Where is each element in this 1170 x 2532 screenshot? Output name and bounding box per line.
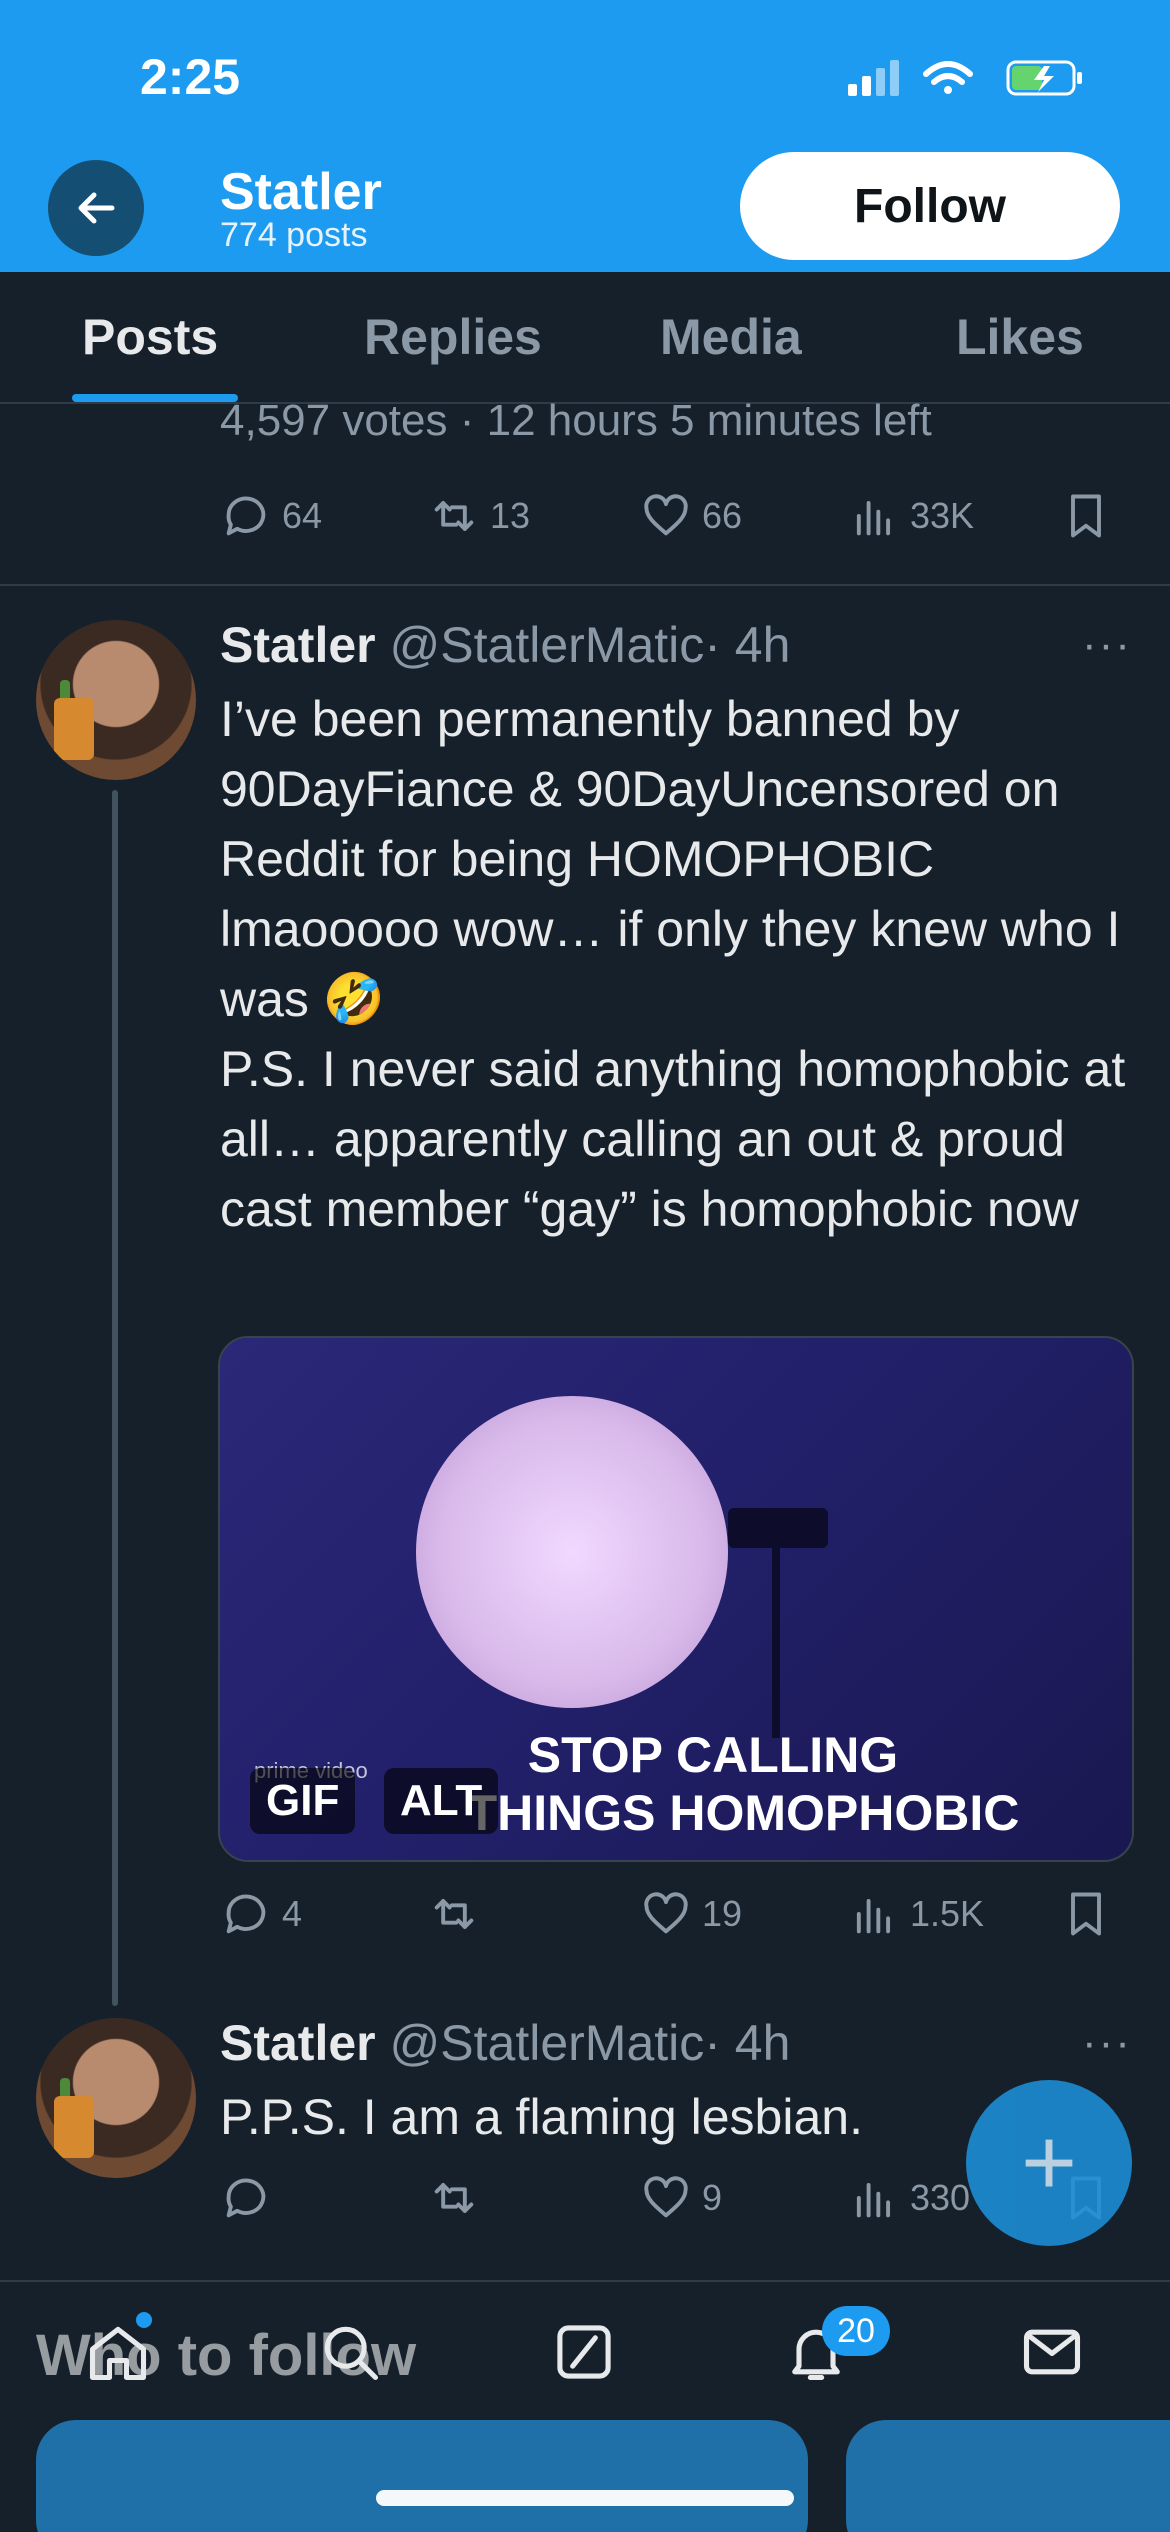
views-count: 33K bbox=[910, 495, 975, 536]
profile-header: 2:25 Statler 774 posts Follow bbox=[0, 0, 1170, 272]
views-icon bbox=[856, 2183, 891, 2218]
author-handle[interactable]: @StatlerMatic bbox=[390, 617, 705, 673]
more-options-icon[interactable]: ··· bbox=[1082, 620, 1132, 670]
bookmark-icon bbox=[1071, 1892, 1101, 1936]
views-button[interactable]: 33K bbox=[848, 490, 974, 542]
reply-icon bbox=[226, 496, 266, 536]
reply-icon bbox=[226, 1894, 266, 1934]
author-name[interactable]: Statler bbox=[220, 617, 376, 673]
views-button[interactable]: 1.5K bbox=[848, 1888, 984, 1940]
bookmark-icon bbox=[1071, 494, 1101, 538]
tweet-header: Statler @StatlerMatic· 4h bbox=[220, 2014, 790, 2072]
gif-caption-line2: THINGS HOMOPHOBIC bbox=[466, 1785, 1020, 1841]
heart-icon bbox=[644, 2176, 688, 2218]
reply-button[interactable]: 4 bbox=[220, 1888, 302, 1940]
like-count: 19 bbox=[702, 1893, 743, 1934]
suggestion-card[interactable] bbox=[36, 2420, 808, 2532]
views-icon bbox=[856, 1899, 891, 1934]
status-time: 2:25 bbox=[140, 49, 241, 105]
like-count: 9 bbox=[702, 2177, 723, 2218]
gif-tripod bbox=[772, 1538, 780, 1738]
repost-icon bbox=[434, 501, 474, 531]
gif-spotlight bbox=[416, 1396, 728, 1708]
repost-button[interactable]: 13 bbox=[428, 490, 530, 542]
avatar-detail bbox=[54, 698, 94, 760]
profile-name: Statler bbox=[220, 163, 382, 221]
suggestion-card[interactable] bbox=[846, 2420, 1170, 2532]
avatar-detail bbox=[54, 2096, 94, 2158]
signal-icon bbox=[848, 60, 899, 96]
author-handle[interactable]: @StatlerMatic bbox=[390, 2015, 705, 2071]
author-name[interactable]: Statler bbox=[220, 2015, 376, 2071]
repost-count: 13 bbox=[490, 495, 531, 536]
repost-button[interactable] bbox=[428, 2172, 490, 2224]
tweet-text: I’ve been permanently banned by 90DayFia… bbox=[220, 691, 1126, 1237]
notifications-badge: 20 bbox=[822, 2306, 890, 2356]
reply-count: 4 bbox=[282, 1893, 303, 1934]
compose-post-button[interactable]: + bbox=[966, 2080, 1132, 2246]
tab-media[interactable]: Media bbox=[660, 308, 802, 366]
gif-badge: GIF bbox=[250, 1768, 356, 1834]
like-count: 66 bbox=[702, 495, 743, 536]
grok-icon[interactable] bbox=[550, 2318, 618, 2386]
reply-count: 64 bbox=[282, 495, 323, 536]
more-options-icon[interactable]: ··· bbox=[1082, 2018, 1132, 2068]
status-icons bbox=[848, 60, 1082, 96]
tweet-header: Statler @StatlerMatic· 4h bbox=[220, 616, 790, 674]
like-button[interactable]: 19 bbox=[640, 1888, 742, 1940]
views-button[interactable]: 330 bbox=[848, 2172, 970, 2224]
tab-replies[interactable]: Replies bbox=[364, 308, 542, 366]
tab-likes[interactable]: Likes bbox=[956, 308, 1084, 366]
bookmark-button[interactable] bbox=[1060, 490, 1112, 542]
prev-post-actions: 64 13 66 33K bbox=[220, 490, 1101, 550]
heart-icon bbox=[644, 1892, 688, 1934]
post-count: 774 posts bbox=[220, 216, 368, 254]
reply-button[interactable]: 64 bbox=[220, 490, 322, 542]
views-count: 1.5K bbox=[910, 1893, 985, 1934]
tweet-time: · 4h bbox=[704, 2015, 791, 2071]
gif-caption: STOP CALLING THINGS HOMOPHOBIC bbox=[220, 1726, 1132, 1842]
like-button[interactable]: 66 bbox=[640, 490, 742, 542]
thread-line bbox=[112, 790, 118, 2006]
back-button[interactable] bbox=[48, 160, 144, 256]
repost-icon bbox=[434, 2183, 474, 2213]
reply-icon bbox=[226, 2178, 266, 2218]
avatar[interactable] bbox=[36, 2018, 196, 2178]
views-icon bbox=[856, 501, 891, 536]
repost-button[interactable] bbox=[428, 1888, 490, 1940]
tweet-actions: 4 19 1.5K bbox=[220, 1888, 1101, 1948]
views-count: 330 bbox=[910, 2177, 971, 2218]
tweet-gif[interactable]: STOP CALLING THINGS HOMOPHOBIC prime vid… bbox=[218, 1336, 1134, 1862]
wifi-icon bbox=[923, 61, 973, 94]
tab-posts[interactable]: Posts bbox=[82, 308, 218, 366]
battery-icon bbox=[1006, 60, 1082, 96]
avatar[interactable] bbox=[36, 620, 196, 780]
follow-button[interactable]: Follow bbox=[740, 152, 1120, 260]
post-divider bbox=[0, 584, 1170, 586]
heart-icon bbox=[644, 494, 688, 536]
alt-badge[interactable]: ALT bbox=[384, 1768, 499, 1834]
reply-button[interactable] bbox=[220, 2172, 282, 2224]
gif-camera bbox=[728, 1508, 828, 1548]
back-arrow-icon bbox=[78, 192, 115, 224]
plus-icon: + bbox=[1020, 2109, 1078, 2216]
who-to-follow-heading: Who to follow bbox=[36, 2323, 417, 2388]
bookmark-button[interactable] bbox=[1060, 1888, 1112, 1940]
poll-meta: 4,597 votes · 12 hours 5 minutes left bbox=[220, 396, 932, 445]
profile-tabs: Posts Replies Media Likes bbox=[0, 272, 1170, 404]
tweet-time: · 4h bbox=[704, 617, 791, 673]
home-indicator bbox=[376, 2490, 794, 2506]
repost-icon bbox=[434, 1899, 474, 1929]
active-tab-indicator bbox=[72, 394, 238, 402]
like-button[interactable]: 9 bbox=[640, 2172, 722, 2224]
messages-icon[interactable] bbox=[1018, 2318, 1086, 2386]
